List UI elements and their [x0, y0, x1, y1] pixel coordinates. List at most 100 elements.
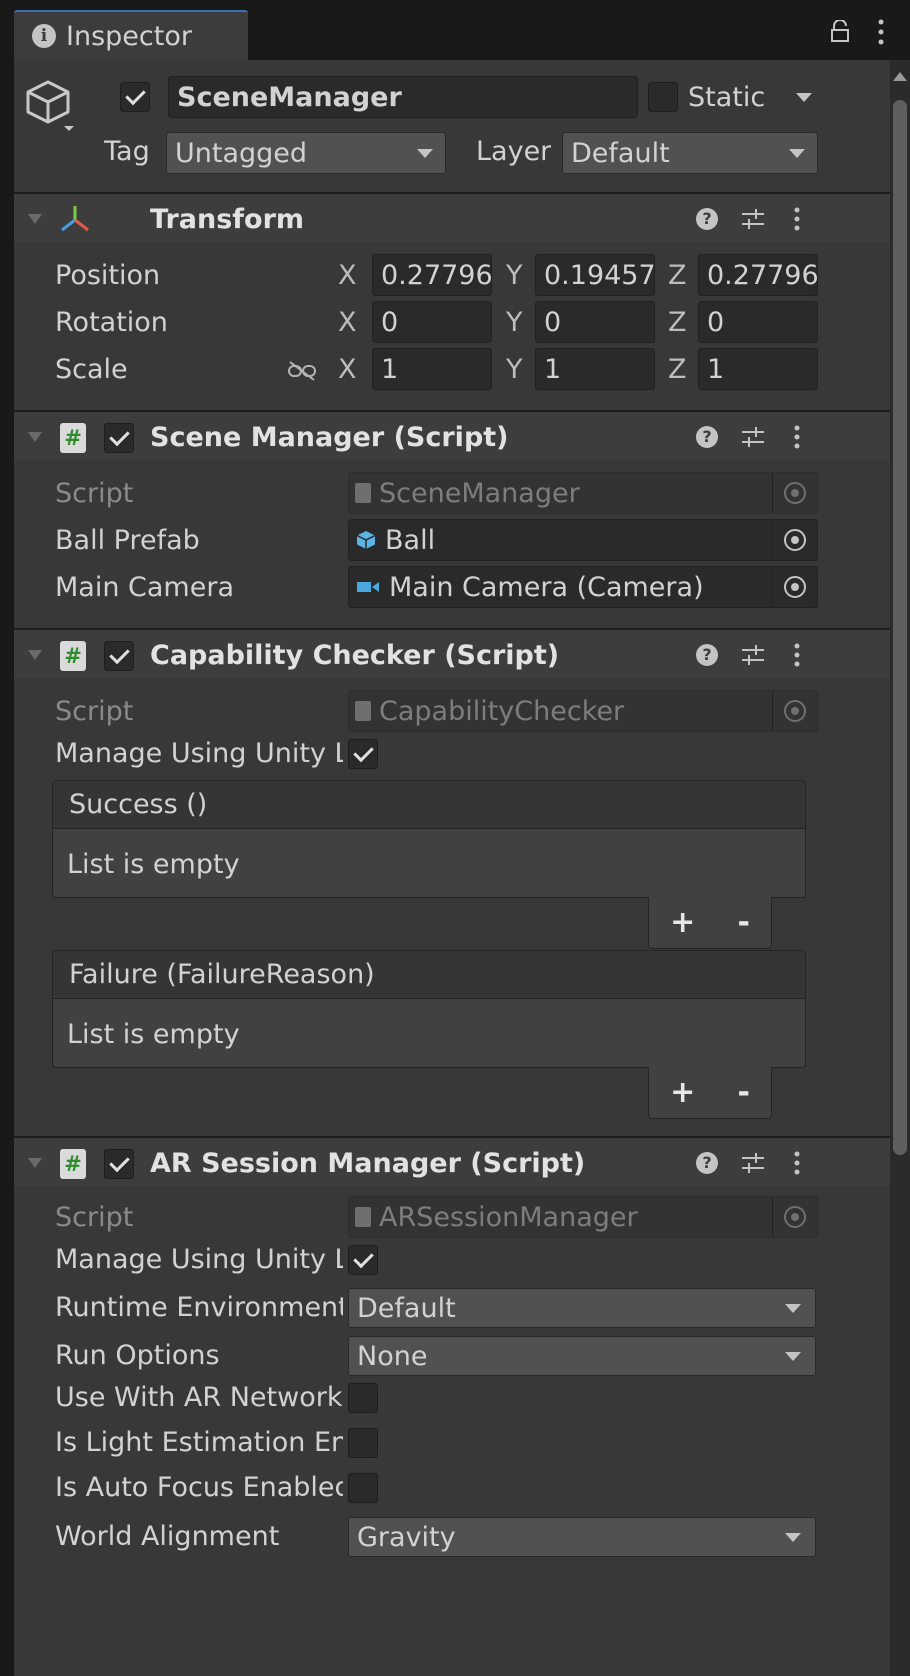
tab-title: Inspector [66, 20, 192, 52]
light-estimation-label: Is Light Estimation Enabled [55, 1427, 343, 1458]
prefab-cube-icon [356, 531, 376, 549]
scroll-up-arrow-icon[interactable] [893, 72, 907, 81]
foldout-arrow-icon[interactable] [28, 214, 42, 224]
chevron-down-icon [785, 1352, 801, 1361]
static-dropdown-icon[interactable] [796, 93, 812, 102]
axis-z-label: Z [668, 307, 687, 338]
manage-lifecycle-label: Manage Using Unity Lifecycle [55, 1244, 343, 1275]
add-button[interactable]: + [670, 905, 695, 940]
help-icon[interactable]: ? [696, 426, 718, 448]
object-picker-icon [772, 473, 816, 513]
layer-label: Layer [476, 136, 552, 167]
presets-icon[interactable] [740, 642, 766, 668]
axis-y-label: Y [506, 354, 523, 385]
gameobject-active-checkbox[interactable] [120, 82, 150, 112]
ar-session-manager-title: AR Session Manager (Script) [150, 1148, 586, 1179]
rotation-x-input[interactable]: 0 [372, 301, 492, 343]
scale-y-input[interactable]: 1 [535, 348, 655, 390]
script-value: ARSessionManager [379, 1201, 638, 1233]
foldout-arrow-icon[interactable] [28, 650, 42, 660]
manage-lifecycle-label: Manage Using Unity Lifecycle [55, 738, 343, 769]
transform-title: Transform [150, 204, 305, 235]
world-alignment-dropdown[interactable]: Gravity [348, 1517, 816, 1557]
object-picker-icon [772, 691, 816, 731]
layer-dropdown[interactable]: Default [562, 132, 818, 174]
rotation-y-input[interactable]: 0 [535, 301, 655, 343]
manage-lifecycle-checkbox[interactable] [348, 1245, 378, 1275]
tag-dropdown[interactable]: Untagged [166, 132, 446, 174]
scale-x-input[interactable]: 1 [372, 348, 492, 390]
add-button[interactable]: + [670, 1075, 695, 1110]
script-field: CapabilityChecker [348, 690, 818, 732]
layer-value: Default [571, 137, 670, 169]
component-menu-icon[interactable] [790, 206, 804, 232]
tab-inspector[interactable]: i Inspector [14, 10, 248, 60]
light-estimation-checkbox[interactable] [348, 1428, 378, 1458]
rotation-label: Rotation [55, 307, 168, 338]
auto-focus-label: Is Auto Focus Enabled [55, 1472, 343, 1503]
script-field: ARSessionManager [348, 1196, 818, 1238]
foldout-arrow-icon[interactable] [28, 1158, 42, 1168]
scene-manager-enabled-checkbox[interactable] [104, 423, 134, 453]
object-picker-icon[interactable] [772, 567, 816, 607]
success-add-remove: + - [648, 897, 772, 949]
gameobject-cube-icon[interactable] [24, 78, 74, 134]
failure-add-remove: + - [648, 1067, 772, 1119]
help-icon[interactable]: ? [696, 644, 718, 666]
position-label: Position [55, 260, 161, 291]
script-label: Script [55, 696, 134, 727]
rotation-z-input[interactable]: 0 [698, 301, 818, 343]
gameobject-name-input[interactable]: SceneManager [168, 76, 638, 118]
presets-icon[interactable] [740, 1150, 766, 1176]
position-y-input[interactable]: 0.19457 [535, 254, 655, 296]
component-menu-icon[interactable] [790, 1150, 804, 1176]
object-picker-icon[interactable] [772, 520, 816, 560]
help-icon[interactable]: ? [696, 1152, 718, 1174]
presets-icon[interactable] [740, 424, 766, 450]
script-label: Script [55, 1202, 134, 1233]
runtime-environment-dropdown[interactable]: Default [348, 1288, 816, 1328]
position-z-input[interactable]: 0.27796 [698, 254, 818, 296]
lock-icon[interactable] [830, 20, 850, 42]
presets-icon[interactable] [740, 206, 766, 232]
script-hash-icon: # [60, 641, 86, 671]
remove-button[interactable]: - [737, 905, 749, 940]
foldout-arrow-icon[interactable] [28, 432, 42, 442]
help-icon[interactable]: ? [696, 208, 718, 230]
script-field: SceneManager [348, 472, 818, 514]
main-camera-field[interactable]: Main Camera (Camera) [348, 566, 818, 608]
tag-value: Untagged [175, 137, 308, 169]
axis-z-label: Z [668, 354, 687, 385]
script-file-icon [355, 1207, 371, 1227]
auto-focus-checkbox[interactable] [348, 1473, 378, 1503]
object-picker-icon [772, 1197, 816, 1237]
use-ar-networking-checkbox[interactable] [348, 1383, 378, 1413]
unlinked-scale-icon[interactable] [286, 360, 318, 382]
component-menu-icon[interactable] [790, 642, 804, 668]
chevron-down-icon [417, 149, 433, 158]
script-value: SceneManager [379, 477, 580, 509]
ball-prefab-field[interactable]: Ball [348, 519, 818, 561]
remove-button[interactable]: - [737, 1075, 749, 1110]
capability-checker-enabled-checkbox[interactable] [104, 641, 134, 671]
axis-z-label: Z [668, 260, 687, 291]
script-hash-icon: # [60, 1149, 86, 1179]
scrollbar-thumb[interactable] [893, 100, 907, 1155]
kebab-menu-icon[interactable] [874, 18, 888, 46]
static-checkbox[interactable] [648, 82, 678, 112]
ar-session-manager-enabled-checkbox[interactable] [104, 1149, 134, 1179]
manage-lifecycle-checkbox[interactable] [348, 739, 378, 769]
chevron-down-icon [785, 1533, 801, 1542]
scale-z-input[interactable]: 1 [698, 348, 818, 390]
runtime-environment-label: Runtime Environment [55, 1292, 343, 1323]
scale-label: Scale [55, 354, 128, 385]
main-camera-value: Main Camera (Camera) [389, 571, 704, 603]
scene-manager-title: Scene Manager (Script) [150, 422, 509, 453]
run-options-value: None [357, 1340, 428, 1372]
static-label: Static [688, 82, 766, 113]
position-x-input[interactable]: 0.27796 [372, 254, 492, 296]
chevron-down-icon [785, 1304, 801, 1313]
component-menu-icon[interactable] [790, 424, 804, 450]
capability-checker-title: Capability Checker (Script) [150, 640, 560, 671]
run-options-dropdown[interactable]: None [348, 1336, 816, 1376]
